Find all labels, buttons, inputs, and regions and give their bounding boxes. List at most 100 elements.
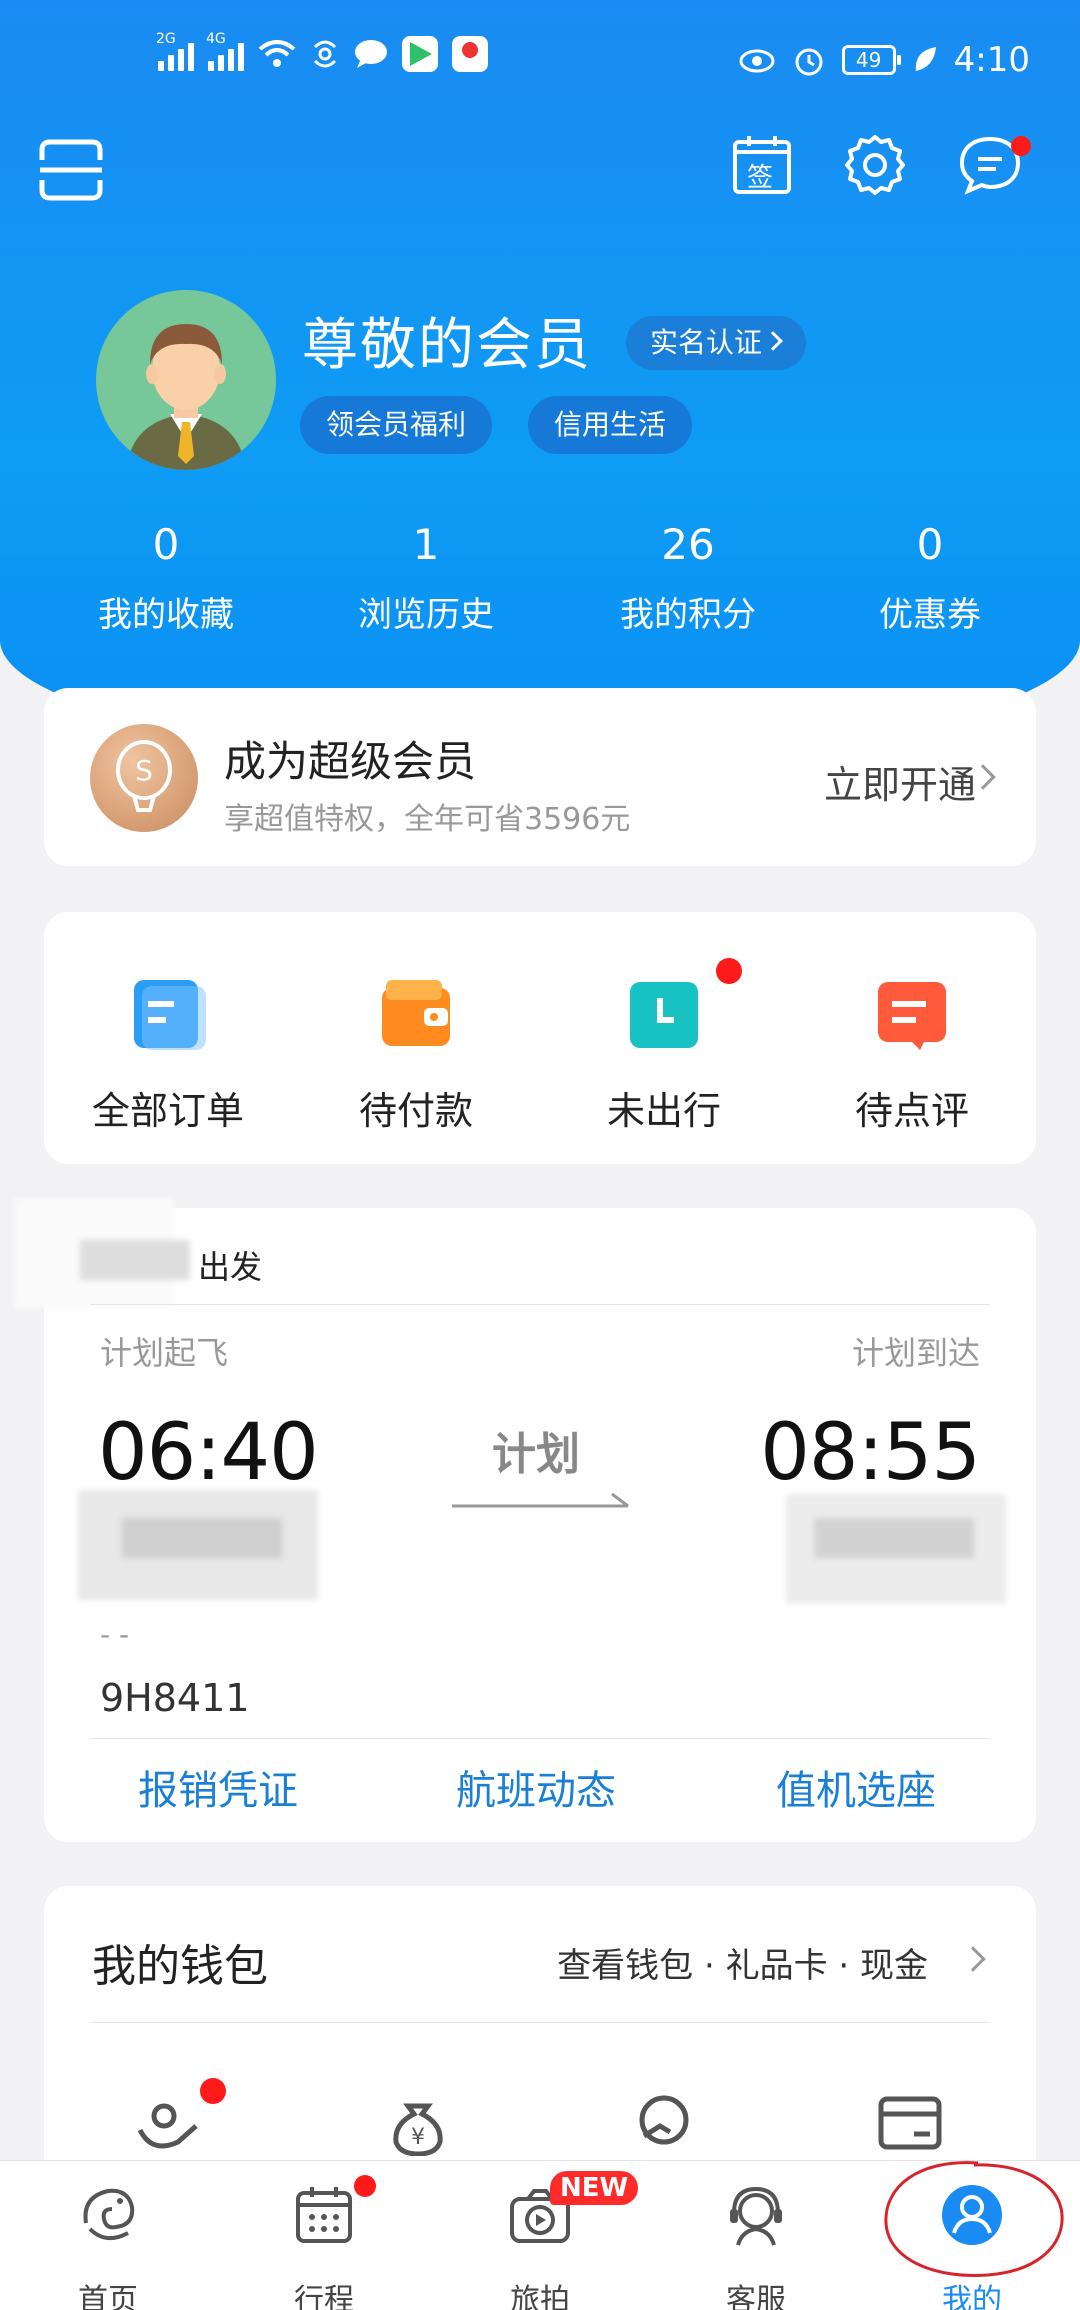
super-member-card[interactable]: S 成为超级会员 享超值特权，全年可省3596元 立即开通 (44, 688, 1036, 866)
wallet-links[interactable]: 查看钱包 · 礼品卡 · 现金 (557, 1938, 928, 1987)
sign-label: 签 (747, 163, 774, 193)
tab-label: 首页 (78, 2283, 138, 2310)
vip-badge: S (90, 724, 198, 832)
plan-arrive-label: 计划到达 (851, 1334, 980, 1372)
stat-favorites[interactable]: 0 我的收藏 (56, 520, 276, 636)
stat-value: 26 (661, 520, 715, 569)
order-not-travelled[interactable]: 未出行 (540, 912, 788, 1162)
signal-icon: 2G (156, 31, 194, 71)
arrow-right-icon (452, 1492, 629, 1508)
settings-button[interactable] (840, 130, 910, 200)
battery-icon: 49 (841, 45, 901, 75)
orders-card: 全部订单 待付款 未出行 待点评 (44, 912, 1036, 1164)
coin-hand-icon[interactable] (630, 2092, 694, 2156)
order-label: 未出行 (606, 1089, 721, 1133)
review-icon (878, 982, 946, 1050)
card-icon[interactable] (878, 2096, 942, 2150)
tab-customer-service[interactable]: 客服 (648, 2161, 864, 2310)
settings-gear-icon (845, 135, 905, 195)
redacted-arrive-airport (814, 1518, 974, 1558)
depart-time: 06:40 (98, 1408, 319, 1498)
scan-icon (39, 139, 103, 201)
stat-label: 浏览历史 (358, 595, 494, 635)
chat-bubble-icon (355, 40, 387, 68)
redacted-depart-airport (122, 1518, 282, 1558)
calendar-icon (296, 2187, 352, 2243)
divider (90, 1738, 990, 1739)
scan-button[interactable] (36, 135, 106, 205)
verify-button[interactable]: 实名认证 (626, 316, 807, 370)
benefits-button[interactable]: 领会员福利 (300, 396, 493, 454)
order-label: 待点评 (854, 1089, 969, 1133)
map-app-icon (452, 36, 488, 72)
bottom-tab-bar: 首页 行程 NEW 旅拍 客服 我的 (0, 2160, 1080, 2310)
checkin-seat-link[interactable]: 值机选座 (776, 1758, 936, 1816)
stat-points[interactable]: 26 我的积分 (578, 520, 798, 636)
flight-status-link[interactable]: 航班动态 (456, 1758, 616, 1816)
wallet-card: 我的钱包 查看钱包 · 礼品卡 · 现金 ¥ (44, 1886, 1036, 2186)
new-badge: NEW (550, 2171, 639, 2205)
notification-dot (354, 2175, 376, 2197)
stat-value: 0 (152, 520, 180, 569)
depart-suffix: 出发 (198, 1248, 263, 1286)
chevron-right-icon (960, 1946, 986, 1972)
order-pending-payment[interactable]: 待付款 (292, 912, 540, 1162)
tab-home[interactable]: 首页 (0, 2161, 216, 2310)
redacted-origin (80, 1240, 190, 1280)
credit-life-button[interactable]: 信用生活 (528, 396, 693, 454)
arrive-time: 08:55 (760, 1408, 981, 1498)
svg-text:¥: ¥ (411, 2125, 425, 2150)
default-avatar-icon (96, 290, 276, 470)
vip-subtitle: 享超值特权，全年可省3596元 (224, 802, 631, 837)
order-pending-review[interactable]: 待点评 (788, 912, 1036, 1162)
clock-time: 4:10 (953, 40, 1030, 80)
verify-label: 实名认证 (650, 326, 763, 359)
svg-text:S: S (135, 754, 153, 787)
video-app-icon (402, 36, 438, 72)
tab-label: 旅拍 (510, 2283, 570, 2310)
stats-row: 0 我的收藏 1 浏览历史 26 我的积分 0 优惠券 (0, 520, 1080, 640)
stat-coupons[interactable]: 0 优惠券 (820, 520, 1040, 636)
reimbursement-link[interactable]: 报销凭证 (138, 1758, 298, 1816)
stat-value: 1 (412, 520, 440, 569)
divider (90, 1304, 990, 1305)
headset-agent-icon (730, 2186, 782, 2246)
notification-dot (716, 958, 742, 984)
divider (90, 2022, 990, 2023)
tab-itinerary[interactable]: 行程 (216, 2161, 432, 2310)
messages-button[interactable] (955, 130, 1031, 200)
flight-trip-card[interactable]: 出发 计划起飞 计划到达 06:40 计划 08:55 - - 9H8411 报… (14, 1198, 1036, 1842)
header-toolbar: 签 (0, 130, 1080, 210)
hand-drawn-circle-annotation (884, 2161, 1064, 2278)
order-all[interactable]: 全部订单 (44, 912, 292, 1162)
order-list-icon (134, 980, 206, 1050)
profile-section: 尊敬的会员 实名认证 领会员福利 信用生活 (96, 290, 996, 470)
order-label: 待付款 (358, 1089, 473, 1133)
clock-icon (630, 982, 698, 1048)
avatar[interactable] (96, 290, 276, 470)
unread-dot (1011, 136, 1031, 156)
wallet-icon (382, 980, 450, 1046)
signal-icon: 4G (206, 31, 244, 71)
tab-label: 客服 (726, 2283, 786, 2310)
points-hand-icon[interactable] (134, 2096, 204, 2156)
stat-value: 0 (916, 520, 944, 569)
order-label: 全部订单 (91, 1089, 244, 1133)
vip-activate-label: 立即开通 (823, 763, 976, 807)
terminal-placeholder: - - (100, 1618, 130, 1651)
eye-comfort-icon (739, 49, 775, 73)
stat-history[interactable]: 1 浏览历史 (316, 520, 536, 636)
flight-number: 9H8411 (100, 1676, 250, 1720)
home-mascot-icon (83, 2188, 135, 2241)
chevron-right-icon (763, 331, 783, 351)
tab-label: 行程 (294, 2283, 354, 2310)
money-bag-icon[interactable]: ¥ (386, 2092, 450, 2156)
sign-in-button[interactable]: 签 (727, 130, 797, 200)
stat-label: 优惠券 (879, 595, 981, 635)
stat-label: 我的积分 (620, 595, 756, 635)
tab-travel-photo[interactable]: NEW 旅拍 (432, 2161, 648, 2310)
member-name: 尊敬的会员 (302, 313, 592, 378)
hotspot-icon (313, 40, 337, 68)
stat-label: 我的收藏 (98, 595, 234, 635)
leaf-icon (915, 47, 936, 71)
